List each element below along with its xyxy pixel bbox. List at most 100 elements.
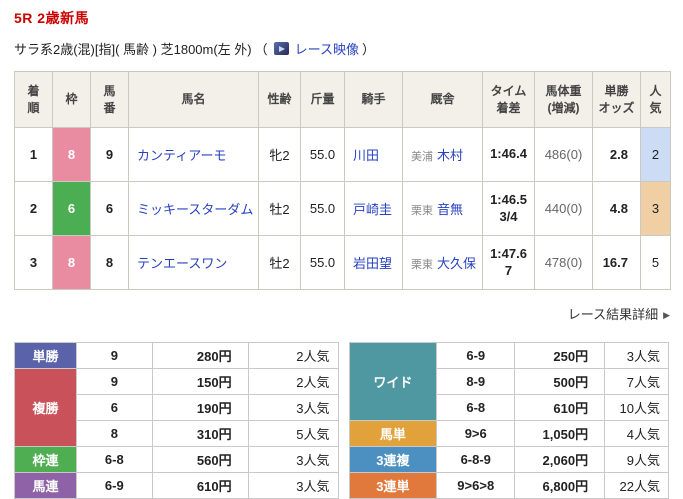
col-header-horse-name: 馬名 [128, 71, 259, 128]
jockey-link[interactable]: 戸崎圭 [353, 202, 392, 217]
horse-weight-cell: 478(0) [534, 235, 593, 290]
combo-cell: 6-8 [436, 394, 516, 421]
combo-cell: 8-9 [436, 368, 516, 395]
result-row: 3 8 8 テンエースワン 牡2 55.0 岩田望 栗東 大久保 1:47.6 7 … [14, 235, 671, 290]
col-header-time-margin: タイム 着差 [482, 71, 535, 128]
bet-type-umaren: 馬連 [14, 472, 77, 499]
payout-section: 単勝 9 280円 2人気 複勝 9 150円 2人気 6 190円 3人気 8… [14, 342, 669, 499]
amount-cell: 2,060円 [514, 446, 606, 473]
horse-no-cell: 6 [90, 181, 129, 236]
amount-cell: 310円 [151, 420, 249, 447]
odds-cell: 4.8 [592, 181, 641, 236]
col-header-jockey: 騎手 [344, 71, 403, 128]
stable-cell: 栗東 大久保 [402, 235, 483, 290]
stable-cell: 美浦 木村 [402, 127, 483, 182]
race-result-detail-link[interactable]: レース結果詳細 ▶ [568, 307, 670, 322]
popularity-cell: 3人気 [247, 394, 339, 421]
race-conditions-text: サラ系2歳(混)[指]( 馬齢 ) 芝1800m(左 外) [14, 42, 252, 57]
race-video-link[interactable]: レース映像 [295, 39, 359, 58]
jockey-cell: 戸崎圭 [344, 181, 403, 236]
bet-type-sanrenpuku: 3連複 [348, 446, 438, 473]
horse-name-link[interactable]: ミッキースターダム [137, 202, 253, 217]
amount-cell: 560円 [151, 446, 249, 473]
frame-cell: 8 [52, 127, 91, 182]
horse-weight-cell: 486(0) [534, 127, 593, 182]
bet-type-wakuren: 枠連 [14, 446, 77, 473]
amount-cell: 610円 [151, 472, 249, 499]
amount-cell: 1,050円 [514, 420, 606, 447]
bet-type-umatan: 馬単 [348, 420, 438, 447]
horse-name-link[interactable]: カンティアーモ [137, 148, 226, 163]
popularity-cell: 5 [640, 235, 671, 290]
page-title: 5R 2歳新馬 [14, 10, 90, 26]
popularity-cell: 3人気 [247, 472, 339, 499]
result-row: 1 8 9 カンティアーモ 牝2 55.0 川田 美浦 木村 1:46.4 486… [14, 127, 671, 182]
jockey-link[interactable]: 岩田望 [353, 256, 392, 271]
popularity-cell: 2人気 [247, 342, 339, 369]
rank-cell: 2 [14, 181, 53, 236]
rank-cell: 1 [14, 127, 53, 182]
race-results-table: 着順 枠 馬番 馬名 性齢 斤量 騎手 厩舎 タイム 着差 馬体重 (増減) 単勝オ… [14, 71, 671, 290]
col-header-sex-age: 性齢 [258, 71, 301, 128]
trainer-link[interactable]: 音無 [437, 202, 463, 217]
popularity-cell: 9人気 [604, 446, 669, 473]
combo-cell: 6 [75, 394, 153, 421]
trainer-link[interactable]: 木村 [437, 148, 463, 163]
horse-name-cell: カンティアーモ [128, 127, 259, 182]
combo-cell: 6-9 [436, 342, 516, 369]
col-header-odds: 単勝 オッズ [592, 71, 641, 128]
popularity-cell: 10人気 [604, 394, 669, 421]
amount-cell: 150円 [151, 368, 249, 395]
stable-region: 栗東 [411, 259, 433, 271]
amount-cell: 610円 [514, 394, 606, 421]
race-video-icon[interactable] [273, 42, 289, 55]
payout-row: 3連複 6-8-9 2,060円 9人気 [348, 446, 669, 473]
horse-no-cell: 9 [90, 127, 129, 182]
odds-cell: 16.7 [592, 235, 641, 290]
horse-name-cell: テンエースワン [128, 235, 259, 290]
combo-cell: 9 [75, 342, 153, 369]
col-header-frame: 枠 [52, 71, 91, 128]
trainer-link[interactable]: 大久保 [437, 256, 476, 271]
frame-cell: 8 [52, 235, 91, 290]
col-header-stable: 厩舎 [402, 71, 483, 128]
paren-close: ） [362, 42, 376, 57]
col-header-horse-weight: 馬体重 (増減) [534, 71, 593, 128]
payout-table-left: 単勝 9 280円 2人気 複勝 9 150円 2人気 6 190円 3人気 8… [14, 342, 339, 499]
col-header-horse-no: 馬番 [90, 71, 129, 128]
odds-cell: 2.8 [592, 127, 641, 182]
jockey-cell: 川田 [344, 127, 403, 182]
amount-cell: 250円 [514, 342, 606, 369]
popularity-cell: 3人気 [604, 342, 669, 369]
col-header-popularity: 人気 [640, 71, 671, 128]
horse-name-cell: ミッキースターダム [128, 181, 259, 236]
amount-cell: 280円 [151, 342, 249, 369]
stable-region: 栗東 [411, 205, 433, 217]
time-margin-cell: 1:46.5 3/4 [482, 181, 535, 236]
payout-row: 枠連 6-8 560円 3人気 [14, 446, 339, 473]
sex-age-cell: 牡2 [258, 235, 301, 290]
amount-cell: 500円 [514, 368, 606, 395]
combo-cell: 8 [75, 420, 153, 447]
sex-age-cell: 牡2 [258, 181, 301, 236]
payout-row: 3連単 9>6>8 6,800円 22人気 [348, 472, 669, 499]
payout-row: 馬連 6-9 610円 3人気 [14, 472, 339, 499]
combo-cell: 9>6 [436, 420, 516, 447]
frame-cell: 6 [52, 181, 91, 236]
weight-cell: 55.0 [300, 181, 345, 236]
result-row: 2 6 6 ミッキースターダム 牡2 55.0 戸崎圭 栗東 音無 1:46.5 3… [14, 181, 671, 236]
payout-row: 単勝 9 280円 2人気 [14, 342, 339, 369]
payout-row: ワイド 6-9 250円 3人気 [348, 342, 669, 421]
combo-cell: 9 [75, 368, 153, 395]
popularity-cell: 22人気 [604, 472, 669, 499]
popularity-cell: 2 [640, 127, 671, 182]
jockey-link[interactable]: 川田 [353, 148, 379, 163]
detail-link-row: レース結果詳細 ▶ [14, 304, 670, 323]
combo-cell: 6-8 [75, 446, 153, 473]
combo-cell: 6-8-9 [436, 446, 516, 473]
popularity-cell: 3 [640, 181, 671, 236]
time-margin-cell: 1:47.6 7 [482, 235, 535, 290]
bet-type-tansho: 単勝 [14, 342, 77, 369]
bet-type-fukusho: 複勝 [14, 368, 77, 447]
horse-name-link[interactable]: テンエースワン [137, 256, 227, 271]
